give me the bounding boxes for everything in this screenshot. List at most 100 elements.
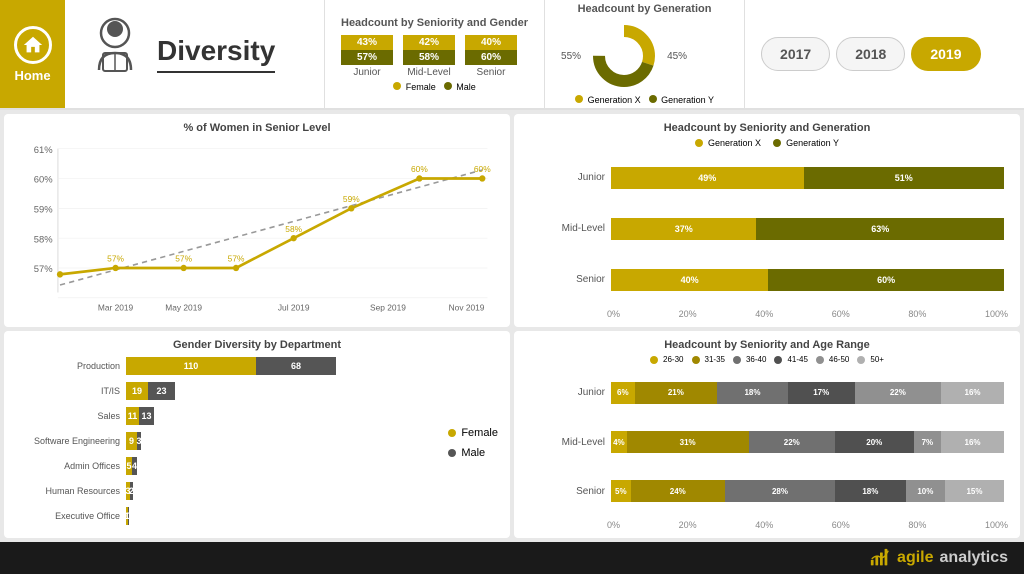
seniority-gen-xaxis: 0%20%40%60%80%100%	[526, 309, 1008, 319]
junior-age-label: Junior	[530, 387, 605, 398]
production-male-bar: 68	[256, 357, 336, 375]
midlevel-gen-label: Mid-Level	[530, 223, 605, 234]
admin-bars: 5 4	[126, 457, 137, 475]
svg-text:Mar 2019: Mar 2019	[98, 303, 134, 313]
year-2017-btn[interactable]: 2017	[761, 37, 830, 71]
midlevel-age-label: Mid-Level	[530, 437, 605, 448]
svg-text:59%: 59%	[343, 194, 360, 204]
s-31-35: 24%	[631, 480, 725, 502]
male-legend-dot	[444, 82, 452, 90]
gender-female-dot	[448, 429, 456, 437]
gen-x-label: Generation X	[588, 95, 641, 105]
svg-text:58%: 58%	[34, 234, 53, 245]
gen-y-legend-dot	[773, 139, 781, 147]
senior-male-pct: 60%	[465, 50, 517, 65]
softeng-row: Software Engineering 9 3	[16, 431, 436, 451]
senior-gen-x-segment: 40%	[611, 269, 768, 291]
women-senior-chart: 61% 60% 59% 58% 57% 57%	[16, 138, 498, 319]
itis-row: IT/IS 19 23	[16, 381, 436, 401]
j-46-50: 22%	[855, 382, 941, 404]
s-50plus: 15%	[945, 480, 1004, 502]
female-legend-label: Female	[406, 82, 436, 92]
exec-row: Executive Office 1 0	[16, 506, 436, 526]
junior-age-bar: 6% 21% 18% 17% 22% 16%	[611, 382, 1004, 404]
svg-text:Nov 2019: Nov 2019	[449, 303, 485, 313]
seniority-gen-panel: Headcount by Seniority and Generation Ge…	[514, 114, 1020, 327]
home-icon	[14, 26, 52, 64]
age-xaxis: 0%20%40%60%80%100%	[526, 520, 1008, 530]
m-36-40: 22%	[749, 431, 835, 453]
exec-male-bar: 0	[128, 507, 129, 525]
itis-bars: 19 23	[126, 382, 175, 400]
junior-label: Junior	[353, 67, 380, 78]
admin-male-bar: 4	[132, 457, 137, 475]
svg-text:57%: 57%	[228, 254, 245, 264]
gender-diversity-panel: Gender Diversity by Department Productio…	[4, 331, 510, 538]
logo-sub: analytics	[940, 549, 1008, 567]
home-button[interactable]: Home	[0, 0, 65, 108]
j-36-40: 18%	[717, 382, 788, 404]
logo-icon	[869, 547, 891, 569]
headcount-age-title: Headcount by Seniority and Age Range	[526, 339, 1008, 351]
age-50plus: 50+	[857, 355, 884, 364]
m-50plus: 16%	[941, 431, 1004, 453]
senior-age-bar: 5% 24% 28% 18% 10% 15%	[611, 480, 1004, 502]
gender-male-dot	[448, 449, 456, 457]
admin-row: Admin Offices 5 4	[16, 456, 436, 476]
senior-age-label: Senior	[530, 486, 605, 497]
m-26-30: 4%	[611, 431, 627, 453]
senior-gen-label: Senior	[530, 274, 605, 285]
header: Home Diversity Headcount by Seniority an…	[0, 0, 1024, 110]
softeng-male-bar: 3	[137, 432, 141, 450]
sales-female-bar: 11	[126, 407, 139, 425]
production-female-bar: 110	[126, 357, 256, 375]
gen-y-dot	[649, 95, 657, 103]
gender-diversity-content: Production 110 68 IT/IS 19 23 Sale	[16, 355, 498, 530]
hr-row: Human Resources 3 2	[16, 481, 436, 501]
gen-x-legend-item: Generation X	[575, 95, 641, 105]
donut-chart	[589, 21, 659, 91]
exec-label: Executive Office	[16, 511, 126, 521]
age-chart: Junior 6% 21% 18% 17% 22% 16% Mid-Level …	[526, 368, 1008, 516]
age-41-45: 41-45	[774, 355, 807, 364]
gender-male-text: Male	[461, 447, 485, 459]
j-41-45: 17%	[788, 382, 855, 404]
junior-gen-row: Junior 49% 51%	[530, 167, 1004, 189]
senior-gen-bar: 40% 60%	[611, 269, 1004, 291]
softeng-label: Software Engineering	[16, 436, 126, 446]
j-31-35: 21%	[635, 382, 718, 404]
age-46-50: 46-50	[816, 355, 849, 364]
s-46-50: 10%	[906, 480, 945, 502]
svg-text:61%: 61%	[34, 145, 53, 156]
midlevel-age-bar: 4% 31% 22% 20% 7% 16%	[611, 431, 1004, 453]
main-content: % of Women in Senior Level 61% 60% 59% 5…	[0, 110, 1024, 542]
home-label: Home	[14, 68, 50, 83]
m-31-35: 31%	[627, 431, 749, 453]
hr-bars: 3 2	[126, 482, 133, 500]
j-26-30: 6%	[611, 382, 635, 404]
age-31-35-dot	[692, 356, 700, 364]
age-26-30: 26-30	[650, 355, 683, 364]
svg-text:57%: 57%	[34, 264, 53, 275]
midlevel-label: Mid-Level	[407, 67, 450, 78]
itis-male-bar: 23	[148, 382, 175, 400]
svg-text:Jul 2019: Jul 2019	[278, 303, 310, 313]
senior-gen-row: Senior 40% 60%	[530, 269, 1004, 291]
year-2018-btn[interactable]: 2018	[836, 37, 905, 71]
gen-y-legend: Generation Y	[773, 138, 839, 148]
gen-legend: Generation X Generation Y	[561, 95, 728, 105]
age-50plus-dot	[857, 356, 865, 364]
senior-label: Senior	[477, 67, 506, 78]
midlevel-age-row: Mid-Level 4% 31% 22% 20% 7% 16%	[530, 431, 1004, 453]
midlevel-bar-group: 42% 58% Mid-Level	[403, 35, 455, 78]
seniority-gen-title: Headcount by Seniority and Generation	[526, 122, 1008, 134]
sales-bars: 11 13	[126, 407, 154, 425]
gender-female-legend: Female	[448, 427, 498, 439]
year-buttons: 2017 2018 2019	[745, 0, 996, 108]
gen-pct-left: 55%	[561, 51, 581, 62]
year-2019-btn[interactable]: 2019	[911, 37, 980, 71]
headcount-seniority-panel: Headcount by Seniority and Gender 43% 57…	[325, 0, 545, 108]
svg-text:Sep 2019: Sep 2019	[370, 303, 406, 313]
senior-bar-stack: 40% 60%	[465, 35, 517, 65]
age-36-40-dot	[733, 356, 741, 364]
